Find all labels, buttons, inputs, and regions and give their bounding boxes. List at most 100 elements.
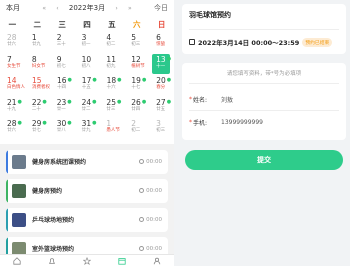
calendar-day[interactable]: 30● 廿八 xyxy=(50,118,75,140)
calendar-day[interactable]: 20● 春分 xyxy=(149,75,174,97)
calendar-day[interactable]: 3 初三 xyxy=(149,118,174,140)
next-year-icon[interactable]: » xyxy=(128,0,132,17)
availability-dot: ● xyxy=(42,120,47,126)
card-accent-bar xyxy=(6,207,8,232)
calendar-day[interactable]: 12 植树节 xyxy=(124,54,149,76)
clock-icon xyxy=(139,188,145,193)
calendar-day[interactable]: 28● 廿六 xyxy=(0,118,25,140)
day-number: 25● xyxy=(106,97,122,107)
calendar-day[interactable]: 18● 十六 xyxy=(100,75,125,97)
availability-dot: ● xyxy=(92,120,97,126)
day-number: 9 xyxy=(56,54,62,64)
booking-card[interactable]: 乒乓球场地预约 00:00 xyxy=(6,207,168,232)
calendar-day[interactable]: 15 消费者权 xyxy=(25,75,50,97)
booking-time: 00:00 xyxy=(139,217,162,223)
lunar-label: 十九 xyxy=(7,106,16,112)
calendar-day[interactable]: 4 初二 xyxy=(99,32,124,54)
calendar-day[interactable]: 9 初七 xyxy=(50,54,75,76)
calendar-day[interactable]: 26● 廿四 xyxy=(124,97,149,119)
calendar-day[interactable]: 19● 十七 xyxy=(124,75,149,97)
phone-field[interactable]: 13999999999 xyxy=(221,119,263,126)
prev-month-icon[interactable]: ‹ xyxy=(56,0,58,17)
lunar-label: 初九 xyxy=(106,63,116,69)
today-button[interactable]: 今日 xyxy=(154,0,168,17)
booking-card[interactable]: 健身房预约 00:00 xyxy=(6,178,168,203)
availability-dot: ● xyxy=(17,120,22,126)
booking-name: 健身房预约 xyxy=(32,188,63,195)
day-number: 1 xyxy=(31,33,37,42)
day-number: 27● xyxy=(156,97,172,107)
calendar-day[interactable]: 29● 廿七 xyxy=(25,118,50,140)
calendar-day[interactable]: 25● 廿三 xyxy=(99,97,124,119)
card-accent-bar xyxy=(6,149,8,174)
calendar-day-selected[interactable]: 13● 十一 xyxy=(149,53,174,76)
lunar-label: 十七 xyxy=(131,85,141,90)
venue-thumbnail xyxy=(12,212,26,227)
user-icon[interactable] xyxy=(152,257,162,265)
day-number: 14 xyxy=(7,76,17,85)
calendar-header: 本月 « ‹ 2022年3月 › » 今日 xyxy=(0,0,174,17)
calendar-day[interactable]: 24● 廿二 xyxy=(75,97,100,119)
name-row: * 姓名: 刘敖 xyxy=(189,88,339,111)
calendar-day[interactable]: 1 愚人节 xyxy=(99,118,124,140)
calendar-day[interactable]: 27● 廿五 xyxy=(149,97,174,119)
booking-time: 00:00 xyxy=(139,246,162,252)
booking-detail-screen: 羽毛球馆预约 2022年3月14日 00:00～23:59 预约已结束 请您填写… xyxy=(178,0,350,266)
prev-year-icon[interactable]: « xyxy=(42,0,46,17)
calendar-icon[interactable] xyxy=(117,257,127,265)
calendar-day[interactable]: 31● 廿九 xyxy=(75,118,100,140)
next-month-icon[interactable]: › xyxy=(115,0,117,17)
booking-time: 00:00 xyxy=(139,188,162,194)
calendar-day[interactable]: 2 初二 xyxy=(124,118,149,140)
calendar-day[interactable]: 14 白色情人 xyxy=(0,75,25,97)
clock-icon xyxy=(139,159,145,164)
calendar-day[interactable]: 17● 十五 xyxy=(75,75,100,97)
lunar-label: 初八 xyxy=(81,63,91,69)
availability-dot: ● xyxy=(166,98,172,105)
calendar-day[interactable]: 11 初九 xyxy=(99,54,124,76)
required-mark: * xyxy=(189,119,192,126)
calendar-week: 21● 十九 22● 二十 23● 廿一 24● 廿二 25● 廿三 26● 廿四 27● 廿五 xyxy=(0,97,174,119)
name-field[interactable]: 刘敖 xyxy=(221,95,233,104)
calendar-day[interactable]: 21● 十九 xyxy=(0,97,25,119)
star-icon[interactable] xyxy=(82,256,92,265)
booking-list: 健身房系统团课预约 00:00 健身房预约 00:00 乒乓球场地预约 00:00 室外篮球… xyxy=(0,144,174,261)
availability-dot: ● xyxy=(166,77,172,83)
calendar-day[interactable]: 2 三十 xyxy=(50,32,75,54)
booking-card[interactable]: 健身房系统团课预约 00:00 xyxy=(6,149,168,174)
calendar-day[interactable]: 1 廿九 xyxy=(25,32,50,54)
calendar-day[interactable]: 7 女生节 xyxy=(0,54,25,76)
bell-icon[interactable] xyxy=(47,257,57,265)
lunar-label: 十四 xyxy=(57,85,66,90)
calendar-day[interactable]: 28 廿六 xyxy=(0,32,25,54)
lunar-label: 初二 xyxy=(106,42,116,47)
calendar-week: 28 廿六 1 廿九 2 三十 3 初一 4 初二 5 初三 6 惊蛰 xyxy=(0,32,174,54)
day-number: 11 xyxy=(106,54,116,64)
weekday-label: 二 xyxy=(33,20,42,29)
home-icon[interactable] xyxy=(12,256,22,265)
calendar-week: 28● 廿六 29● 廿七 30● 廿八 31● 廿九 1 愚人节 2 初二 3 初三 xyxy=(0,118,174,140)
calendar-day[interactable]: 5 初三 xyxy=(124,32,149,54)
day-number: 4 xyxy=(106,33,112,42)
lunar-label: 三十 xyxy=(56,42,66,47)
availability-dot: ● xyxy=(117,77,122,83)
calendar-day[interactable]: 22● 二十 xyxy=(25,97,50,119)
day-number: 8 xyxy=(31,54,37,64)
availability-dot: ● xyxy=(166,55,172,62)
calendar-day[interactable]: 3 初一 xyxy=(75,32,100,54)
lunar-label: 廿四 xyxy=(131,106,141,112)
calendar-day[interactable]: 10 初八 xyxy=(75,54,100,76)
day-number: 23● xyxy=(56,97,72,107)
calendar-day[interactable]: 23● 廿一 xyxy=(50,97,75,119)
card-accent-bar xyxy=(6,178,8,203)
time-text: 00:00 xyxy=(146,216,162,223)
submit-button[interactable]: 提交 xyxy=(185,150,343,170)
time-text: 00:00 xyxy=(146,158,162,165)
availability-dot: ● xyxy=(67,77,72,83)
calendar-day[interactable]: 6 惊蛰 xyxy=(149,32,174,54)
calendar-day[interactable]: 16● 十四 xyxy=(50,75,75,97)
calendar-day[interactable]: 8 妇女节 xyxy=(25,54,50,76)
venue-title: 羽毛球馆预约 xyxy=(189,11,231,19)
day-number: 3 xyxy=(81,33,87,42)
booking-name: 健身房系统团课预约 xyxy=(32,159,87,166)
